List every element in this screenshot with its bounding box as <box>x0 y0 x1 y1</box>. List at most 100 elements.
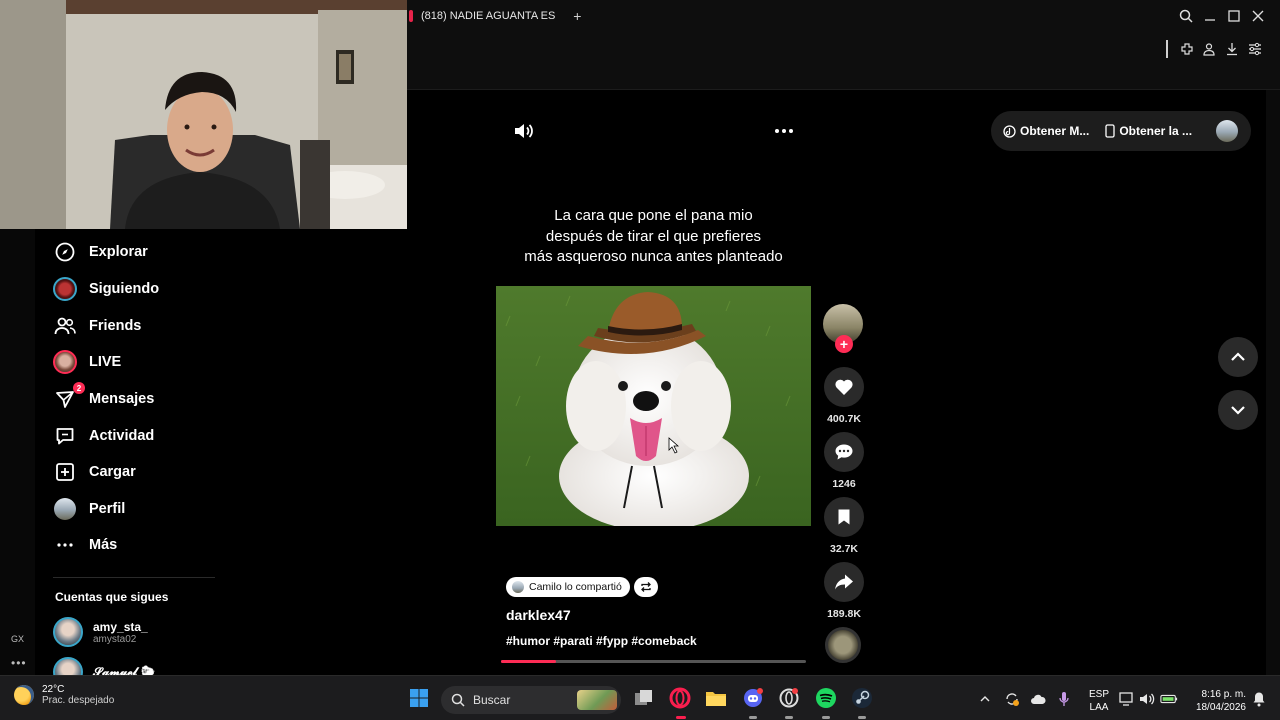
save-button[interactable] <box>824 497 864 537</box>
live-avatar-icon <box>53 350 77 374</box>
download-icon[interactable] <box>1223 40 1241 58</box>
extensions-icon[interactable] <box>1178 40 1196 58</box>
sidebar-item-label: LIVE <box>89 354 122 370</box>
sidebar-item-label: Actividad <box>89 428 155 444</box>
gx-label[interactable]: GX <box>11 634 24 644</box>
sidebar-item-actividad[interactable]: Actividad <box>53 421 154 451</box>
new-tab-icon[interactable]: + <box>573 8 581 24</box>
caption-line: después de tirar el que prefieres <box>545 227 762 245</box>
search-icon[interactable] <box>1176 6 1196 26</box>
more-options-icon[interactable] <box>774 122 794 140</box>
comment-icon <box>835 444 853 460</box>
taskbar: 22°C Prac. despejado Buscar ESP LAA 8:16… <box>0 675 1280 720</box>
follow-button[interactable]: + <box>835 335 853 353</box>
like-action: 400.7K <box>823 367 865 425</box>
keyboard-layout: LAA <box>1089 702 1109 713</box>
comment-count: 1246 <box>832 478 856 490</box>
search-placeholder: Buscar <box>473 693 511 707</box>
share-button[interactable] <box>824 562 864 602</box>
upload-plus-icon <box>53 460 77 484</box>
sidebar-item-label: Perfil <box>89 501 126 517</box>
easy-setup-icon[interactable] <box>1246 40 1264 58</box>
save-action: 32.7K <box>823 497 865 555</box>
browser-sidebar-rail: GX ••• <box>0 229 35 675</box>
spotify-icon[interactable] <box>813 685 839 711</box>
caption-line: más asqueroso nunca antes planteado <box>524 248 783 265</box>
repost-button[interactable] <box>634 577 658 597</box>
sidebar-item-siguiendo[interactable]: Siguiendo <box>53 274 159 304</box>
sidebar-item-live[interactable]: LIVE <box>53 347 121 377</box>
browser-right-edge <box>1266 90 1280 675</box>
system-clock[interactable]: 8:16 p. m. 18/04/2026 <box>1188 688 1246 714</box>
sidebar-item-label: Más <box>89 537 118 553</box>
share-icon <box>835 574 853 590</box>
sync-icon[interactable] <box>1003 690 1021 708</box>
rail-more-icon[interactable]: ••• <box>11 656 27 670</box>
file-explorer-icon[interactable] <box>703 685 729 711</box>
taskbar-search[interactable]: Buscar <box>441 686 621 714</box>
following-avatar-icon <box>53 277 77 301</box>
browser-toolbar <box>407 32 1280 90</box>
comment-button[interactable] <box>824 432 864 472</box>
chevron-down-icon <box>1231 406 1245 415</box>
volume-icon[interactable] <box>1138 690 1156 708</box>
get-app-mobile-button[interactable]: Obtener la ... <box>1105 124 1192 138</box>
sidebar-item-mensajes[interactable]: 2 Mensajes <box>53 382 154 414</box>
browser-tab-bar: (818) NADIE AGUANTA ES + <box>407 0 1280 32</box>
get-app-pc-label: Obtener M... <box>1020 124 1090 138</box>
sidebar-divider <box>53 577 215 578</box>
maximize-icon[interactable] <box>1224 6 1244 26</box>
battery-icon[interactable] <box>1160 690 1178 708</box>
sidebar-item-friends[interactable]: Friends <box>53 311 141 341</box>
video-player[interactable] <box>496 286 811 526</box>
network-icon[interactable] <box>1118 690 1136 708</box>
chevron-up-icon <box>1231 352 1245 361</box>
microphone-icon[interactable] <box>1055 690 1073 708</box>
sidebar-item-mas[interactable]: Más <box>53 530 117 560</box>
hashtags[interactable]: #humor #parati #fypp #comeback <box>506 634 697 648</box>
next-video-button[interactable] <box>1218 390 1258 430</box>
steam-icon[interactable] <box>849 685 875 711</box>
avatar[interactable] <box>1216 120 1239 142</box>
task-view-icon[interactable] <box>631 685 657 711</box>
toolbar-divider <box>1166 40 1168 58</box>
share-count: 189.8K <box>827 608 861 620</box>
app-indicator <box>822 716 830 719</box>
cloud-icon[interactable] <box>1029 690 1047 708</box>
minimize-icon[interactable] <box>1200 6 1220 26</box>
sidebar-item-perfil[interactable]: Perfil <box>53 494 125 524</box>
webcam-overlay <box>0 0 407 229</box>
shared-by-chip[interactable]: Camilo lo compartió <box>506 577 630 597</box>
caption-line: La cara que pone el pana mio <box>554 207 753 224</box>
app-indicator <box>785 716 793 719</box>
following-account[interactable]: amy_sta_ amysta02 <box>53 617 148 647</box>
close-icon[interactable] <box>1248 6 1268 26</box>
browser-tab[interactable]: (818) NADIE AGUANTA ES + <box>407 6 581 26</box>
sidebar-item-label: Friends <box>89 318 142 334</box>
send-icon: 2 <box>53 382 85 411</box>
profile-icon[interactable] <box>1200 40 1218 58</box>
weather-icon <box>14 685 34 705</box>
volume-icon[interactable] <box>512 120 534 142</box>
opera-gx-icon[interactable] <box>667 685 693 711</box>
share-action: 189.8K <box>823 562 865 620</box>
get-app-pc-button[interactable]: Obtener M... <box>1003 124 1089 138</box>
language-indicator[interactable]: ESP LAA <box>1089 688 1109 714</box>
previous-video-button[interactable] <box>1218 337 1258 377</box>
sound-disc[interactable] <box>825 627 861 663</box>
avatar <box>512 581 524 593</box>
start-button[interactable] <box>406 685 432 711</box>
get-app-bar: Obtener M... Obtener la ... <box>991 111 1251 151</box>
search-highlight-image <box>577 690 617 710</box>
notification-icon[interactable] <box>1250 690 1268 708</box>
chevron-up-icon[interactable] <box>976 690 994 708</box>
weather-widget[interactable]: 22°C Prac. despejado <box>14 684 114 706</box>
avatar <box>53 617 83 647</box>
opera-browser-icon[interactable] <box>776 685 802 711</box>
discord-icon[interactable] <box>740 685 766 711</box>
like-button[interactable] <box>824 367 864 407</box>
author-username[interactable]: darklex47 <box>506 607 571 623</box>
sidebar-item-cargar[interactable]: Cargar <box>53 457 136 487</box>
video-progress-bar[interactable] <box>501 660 806 663</box>
sidebar-item-explorar[interactable]: Explorar <box>53 237 148 267</box>
